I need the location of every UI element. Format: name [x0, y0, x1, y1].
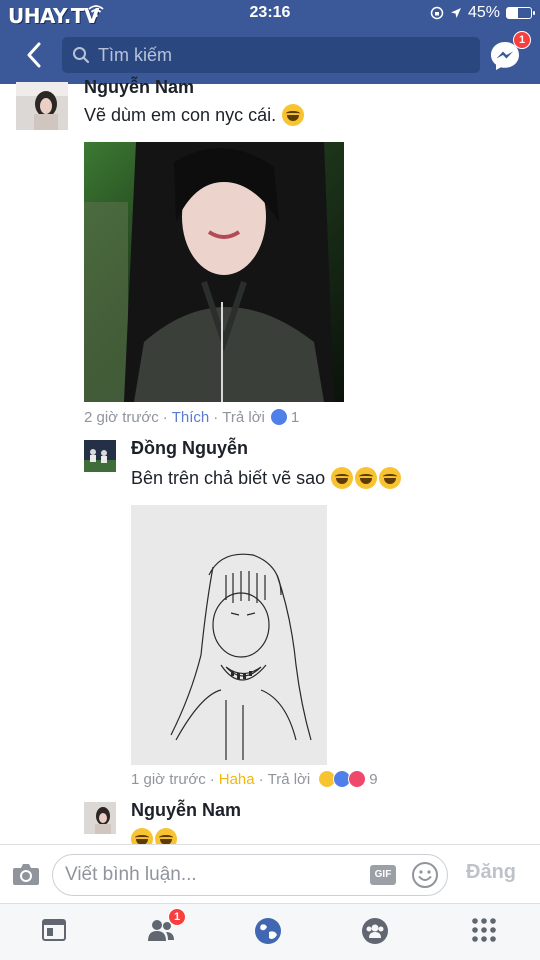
location-icon — [450, 8, 461, 18]
comment-text-body: Bên trên chả biết vẽ sao — [131, 467, 326, 488]
lock-rotation-icon — [430, 6, 444, 20]
avatar[interactable] — [84, 440, 116, 472]
back-button[interactable] — [20, 38, 48, 72]
selfie-photo-image — [84, 142, 344, 402]
like-link[interactable]: Thích — [172, 409, 210, 426]
status-bar: UHAY.TV 23:16 45% — [0, 0, 540, 28]
sticker-smile-icon[interactable] — [411, 861, 439, 889]
tab-groups[interactable] — [360, 916, 390, 946]
news-feed-icon — [42, 919, 66, 941]
comment-meta: 1 giờ trước · Haha · Trả lời 9 — [131, 770, 378, 788]
avatar-image — [84, 802, 116, 834]
search-bar[interactable] — [62, 37, 480, 73]
comment-author[interactable]: Đồng Nguyễn — [131, 438, 248, 459]
comment-text-body: Vẽ dùm em con nyc cái. — [84, 104, 277, 125]
comment-text: Bên trên chả biết vẽ sao — [131, 467, 402, 489]
camera-icon[interactable] — [12, 861, 40, 887]
tab-news-feed[interactable] — [40, 916, 70, 946]
haha-link[interactable]: Haha — [219, 771, 255, 788]
friend-requests-badge: 1 — [168, 908, 186, 926]
post-button[interactable]: Đăng — [466, 861, 516, 884]
avatar[interactable] — [16, 82, 68, 130]
tab-more[interactable] — [470, 916, 500, 946]
gif-button[interactable]: GIF — [370, 865, 396, 885]
more-grid-icon — [472, 918, 496, 942]
groups-icon — [362, 918, 388, 944]
battery-icon — [506, 7, 535, 19]
battery-percent: 45% — [467, 4, 500, 21]
comment-composer: GIF Đăng — [0, 844, 540, 904]
love-reaction-icon[interactable] — [348, 770, 367, 788]
emoji-group — [331, 467, 402, 489]
comment-input[interactable] — [65, 864, 355, 886]
laughing-emoji-icon — [331, 467, 354, 489]
top-navigation-bar: UHAY.TV 23:16 45% Tìm kiếm 1 — [0, 0, 540, 84]
reply-link[interactable]: Trả lời — [222, 409, 265, 426]
search-input[interactable] — [98, 44, 458, 66]
reply-link[interactable]: Trả lời — [268, 771, 311, 788]
comment-time: 2 giờ trước — [84, 408, 159, 426]
status-right: 45% — [430, 4, 535, 22]
avatar[interactable] — [84, 802, 116, 834]
comment-photo[interactable] — [84, 142, 344, 402]
like-reaction-icon[interactable] — [269, 408, 288, 426]
avatar-image — [84, 440, 116, 472]
comment-field[interactable]: GIF — [52, 854, 448, 896]
laughing-emoji-icon — [282, 104, 305, 126]
comment-meta: 2 giờ trước · Thích · Trả lời 1 — [84, 408, 300, 426]
search-icon — [73, 47, 90, 64]
globe-icon — [255, 918, 281, 944]
laughing-emoji-icon — [379, 467, 402, 489]
chevron-left-icon — [27, 42, 41, 68]
comment-author[interactable]: Nguyễn Nam — [84, 77, 194, 98]
reaction-count[interactable]: 1 — [291, 409, 299, 426]
comment-photo[interactable] — [131, 505, 327, 765]
tab-friend-requests[interactable]: 1 — [146, 908, 186, 946]
laughing-emoji-icon — [355, 467, 378, 489]
messenger-badge: 1 — [513, 31, 531, 49]
comment-time: 1 giờ trước — [131, 770, 206, 788]
comment-author[interactable]: Nguyễn Nam — [131, 800, 241, 821]
comment-text: Vẽ dùm em con nyc cái. — [84, 104, 305, 126]
tab-notifications[interactable] — [253, 916, 283, 946]
sketch-drawing-image — [131, 505, 327, 765]
bottom-tab-bar: 1 — [0, 904, 540, 960]
avatar-image — [16, 82, 68, 130]
messenger-button[interactable]: 1 — [487, 31, 531, 74]
reaction-count[interactable]: 9 — [369, 771, 377, 788]
